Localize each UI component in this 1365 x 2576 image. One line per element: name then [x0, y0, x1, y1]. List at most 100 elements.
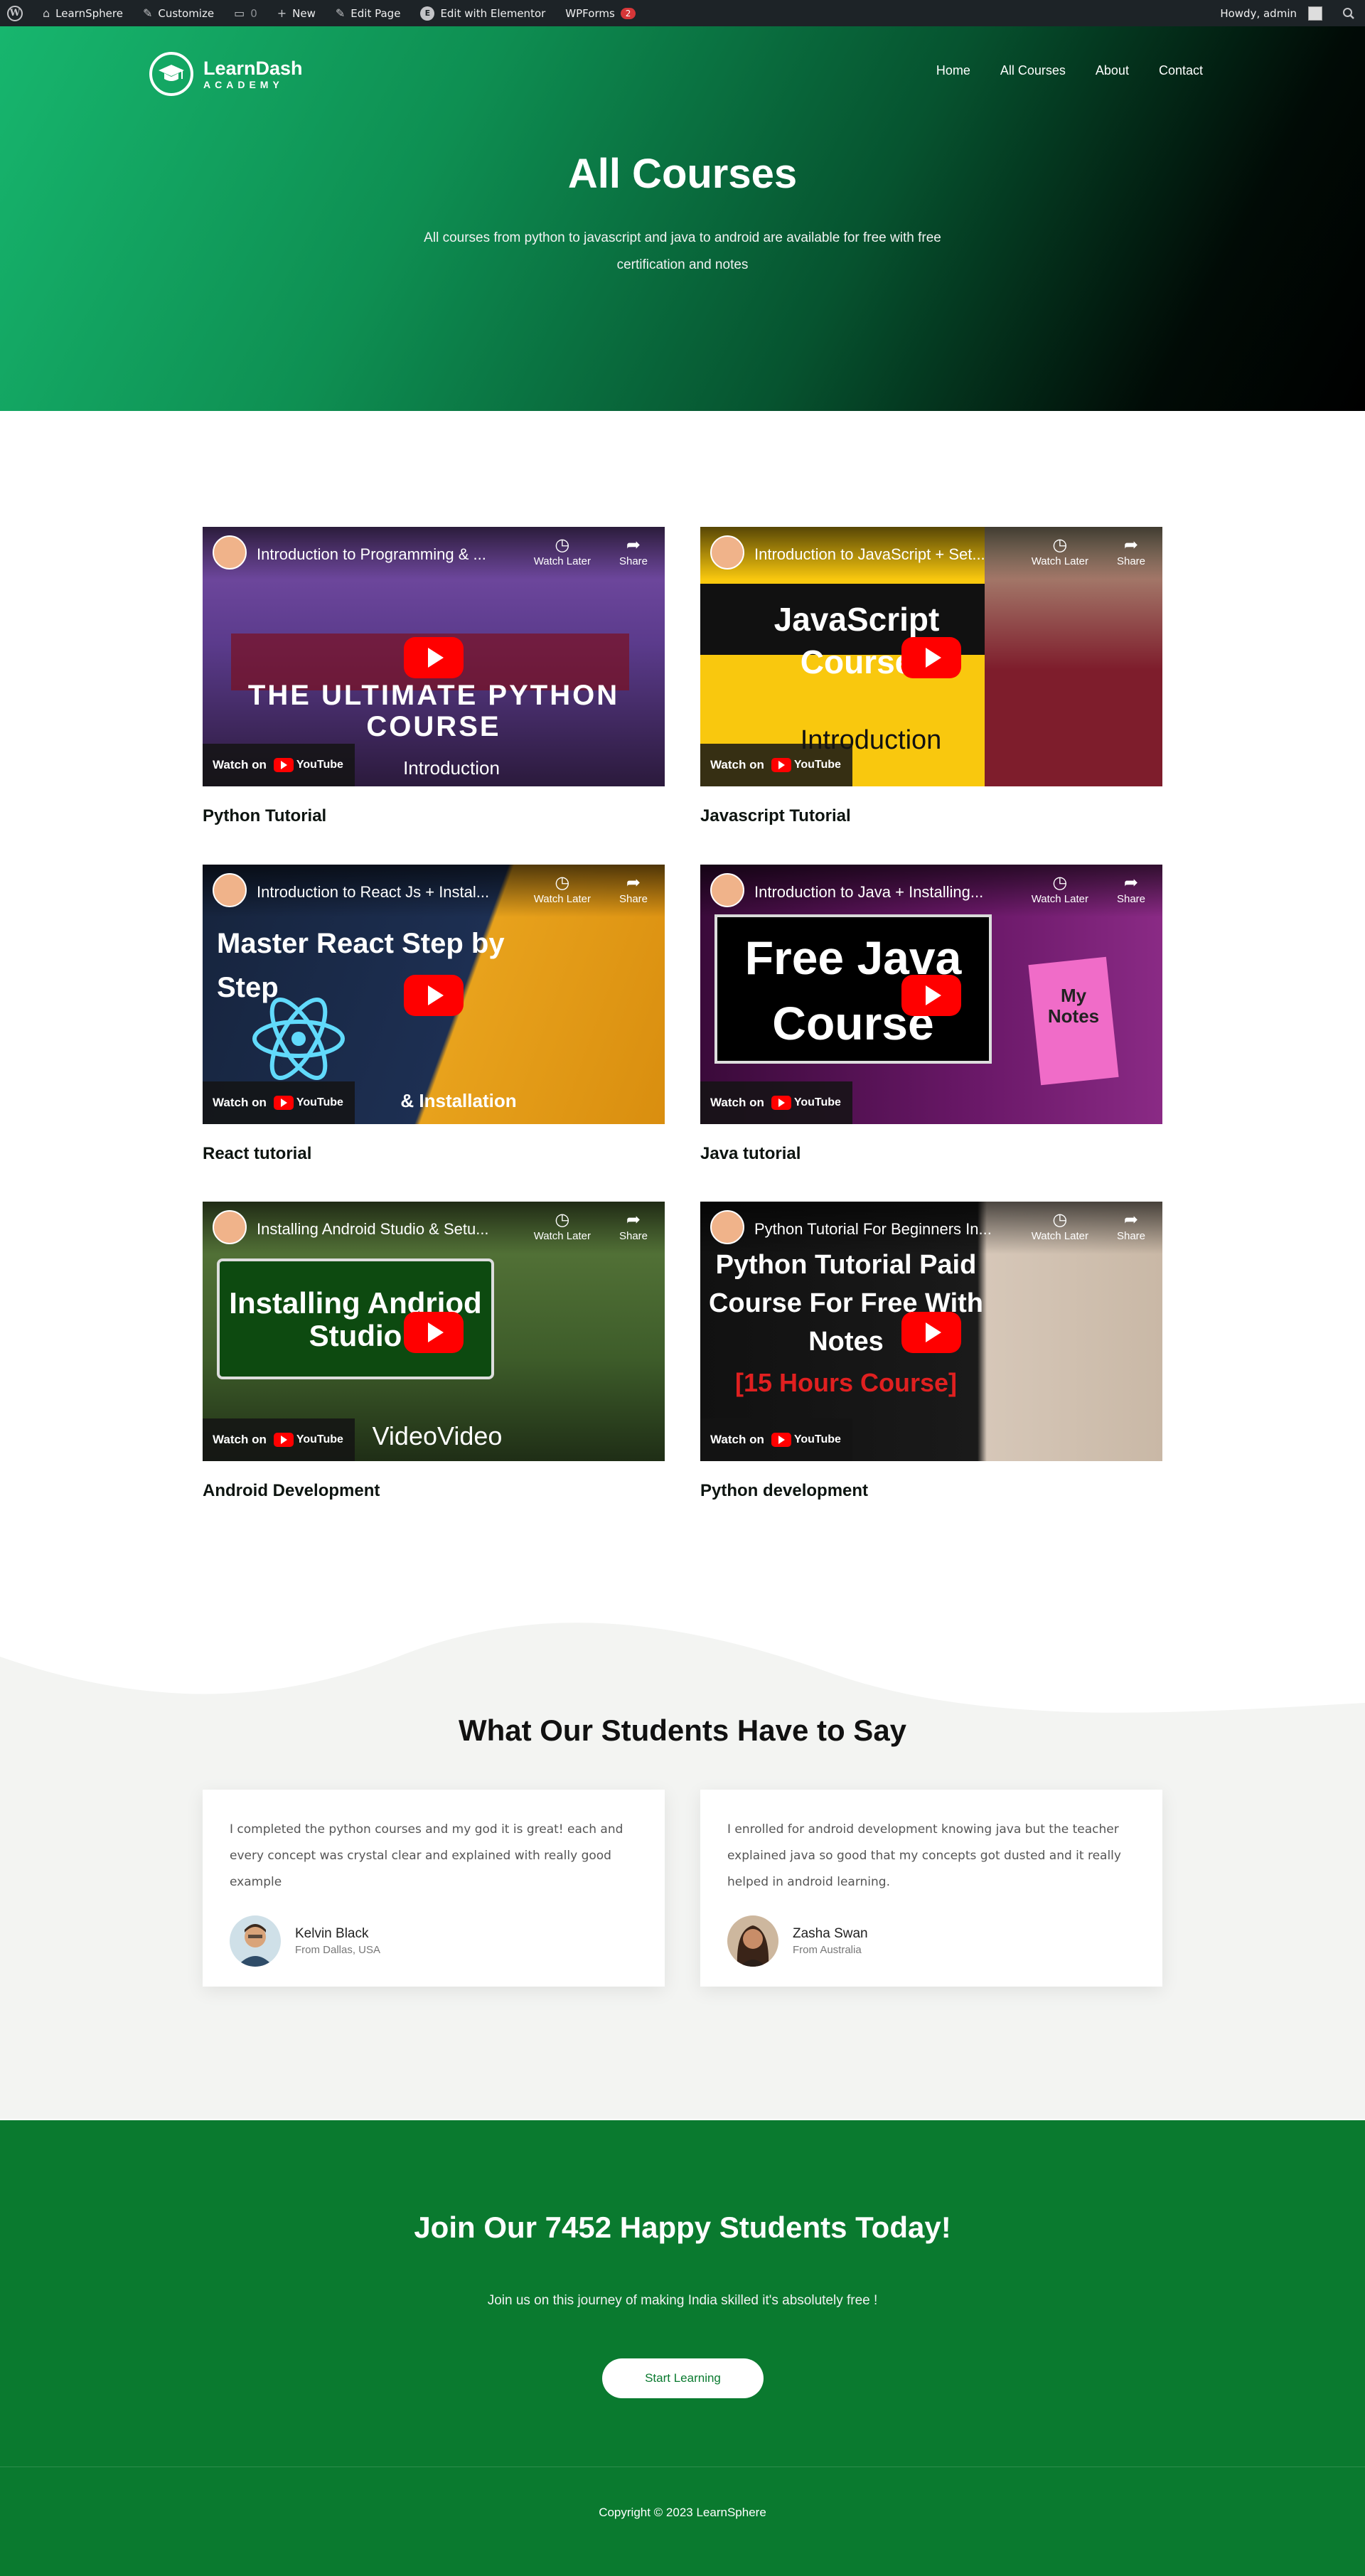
share-button[interactable]: ➦ Share	[619, 535, 648, 567]
watch-on-youtube[interactable]: Watch on YouTube	[700, 1081, 852, 1124]
testimonial-quote: I completed the python courses and my go…	[230, 1822, 623, 1889]
admin-avatar	[1308, 6, 1322, 21]
wp-logo-menu[interactable]: W	[0, 0, 33, 26]
course-card: Python Tutorial Paid Course For Free Wit…	[700, 1202, 1162, 1501]
watch-on-youtube[interactable]: Watch on YouTube	[203, 1418, 355, 1461]
video-embed[interactable]: Python Tutorial Paid Course For Free Wit…	[700, 1202, 1162, 1461]
admin-comments[interactable]: ▭ 0	[224, 0, 267, 26]
play-button[interactable]	[901, 637, 961, 678]
play-icon	[428, 985, 444, 1005]
course-card: Master React Step by Step & Installation…	[203, 865, 665, 1164]
testimonial-name: Zasha Swan	[793, 1926, 868, 1941]
play-icon	[926, 985, 941, 1005]
graduation-cap-icon	[149, 52, 193, 96]
clock-icon: ◷	[555, 535, 570, 555]
course-card: Free Java Course My Notes Introduction t…	[700, 865, 1162, 1164]
admin-customize[interactable]: ✎ Customize	[133, 0, 224, 26]
watch-on-youtube[interactable]: Watch on YouTube	[700, 1418, 852, 1461]
course-title[interactable]: Java tutorial	[700, 1144, 1162, 1164]
play-button[interactable]	[901, 1312, 961, 1353]
admin-new[interactable]: + New	[267, 0, 326, 26]
course-title[interactable]: React tutorial	[203, 1144, 665, 1164]
channel-avatar[interactable]	[710, 873, 744, 907]
video-title[interactable]: Introduction to JavaScript + Set...	[754, 545, 1010, 564]
wordpress-icon: W	[7, 5, 23, 21]
admin-search[interactable]	[1332, 0, 1365, 26]
watch-later-button[interactable]: ◷ Watch Later	[534, 535, 591, 567]
channel-avatar[interactable]	[710, 1210, 744, 1244]
admin-account[interactable]: Howdy, admin	[1213, 0, 1332, 26]
course-title[interactable]: Python Tutorial	[203, 806, 665, 826]
hero-subtitle: All courses from python to javascript an…	[424, 230, 941, 272]
video-title[interactable]: Introduction to Java + Installing...	[754, 883, 1010, 902]
watch-later-button[interactable]: ◷ Watch Later	[1032, 535, 1088, 567]
admin-bar: W ⌂ LearnSphere ✎ Customize ▭ 0 + New ✎ …	[0, 0, 1365, 26]
play-button[interactable]	[404, 637, 464, 678]
site-logo[interactable]: LearnDash ACADEMY	[149, 52, 303, 96]
admin-edit-elementor[interactable]: E Edit with Elementor	[410, 0, 555, 26]
testimonial-location: From Dallas, USA	[295, 1944, 381, 1956]
share-icon: ➦	[626, 535, 641, 555]
play-icon	[926, 648, 941, 668]
testimonial-location: From Australia	[793, 1944, 862, 1956]
share-button[interactable]: ➦ Share	[1117, 1210, 1145, 1242]
video-embed[interactable]: THE ULTIMATE PYTHON COURSE Introduction …	[203, 527, 665, 786]
watch-later-button[interactable]: ◷ Watch Later	[534, 873, 591, 905]
nav-home[interactable]: Home	[936, 63, 970, 78]
video-title[interactable]: Introduction to React Js + Instal...	[257, 883, 513, 902]
play-button[interactable]	[404, 1312, 464, 1353]
course-title[interactable]: Javascript Tutorial	[700, 806, 1162, 826]
video-embed[interactable]: Free Java Course My Notes Introduction t…	[700, 865, 1162, 1124]
clock-icon: ◷	[1052, 1210, 1068, 1229]
video-overlay-text: THE ULTIMATE PYTHON COURSE	[247, 680, 620, 742]
watch-later-button[interactable]: ◷ Watch Later	[1032, 873, 1088, 905]
video-embed[interactable]: Installing Andriod Studio VideoVideo Ins…	[203, 1202, 665, 1461]
nav-contact[interactable]: Contact	[1159, 63, 1203, 78]
watch-on-youtube[interactable]: Watch on YouTube	[700, 744, 852, 786]
plus-icon: +	[277, 6, 287, 20]
nav-about[interactable]: About	[1096, 63, 1129, 78]
watch-on-youtube[interactable]: Watch on YouTube	[203, 1081, 355, 1124]
channel-avatar[interactable]	[213, 1210, 247, 1244]
watch-later-button[interactable]: ◷ Watch Later	[534, 1210, 591, 1242]
testimonial-name: Kelvin Black	[295, 1926, 369, 1941]
video-title[interactable]: Installing Android Studio & Setu...	[257, 1220, 513, 1239]
share-icon: ➦	[1123, 1210, 1139, 1229]
admin-edit-page[interactable]: ✎ Edit Page	[326, 0, 411, 26]
share-button[interactable]: ➦ Share	[619, 1210, 648, 1242]
course-title[interactable]: Python development	[700, 1481, 1162, 1501]
share-button[interactable]: ➦ Share	[1117, 535, 1145, 567]
channel-avatar[interactable]	[710, 535, 744, 570]
watch-later-button[interactable]: ◷ Watch Later	[1032, 1210, 1088, 1242]
nav-all-courses[interactable]: All Courses	[1000, 63, 1066, 78]
cta-text: Join us on this journey of making India …	[487, 2293, 878, 2308]
admin-site-name[interactable]: ⌂ LearnSphere	[33, 0, 133, 26]
testimonials-heading: What Our Students Have to Say	[458, 1714, 907, 1747]
video-title[interactable]: Introduction to Programming & ...	[257, 545, 513, 564]
copyright: Copyright © 2023 LearnSphere	[599, 2506, 766, 2519]
react-logo-icon	[252, 997, 345, 1081]
play-button[interactable]	[901, 975, 961, 1016]
video-embed[interactable]: JavaScript Course Introduction Introduct…	[700, 527, 1162, 786]
video-embed[interactable]: Master React Step by Step & Installation…	[203, 865, 665, 1124]
video-title[interactable]: Python Tutorial For Beginners In...	[754, 1220, 1010, 1239]
share-button[interactable]: ➦ Share	[1117, 873, 1145, 905]
course-card: JavaScript Course Introduction Introduct…	[700, 527, 1162, 826]
play-button[interactable]	[404, 975, 464, 1016]
channel-avatar[interactable]	[213, 873, 247, 907]
share-icon: ➦	[626, 1210, 641, 1229]
site-footer: Copyright © 2023 LearnSphere	[0, 2467, 1365, 2576]
testimonial-card: I completed the python courses and my go…	[203, 1790, 665, 1987]
share-button[interactable]: ➦ Share	[619, 873, 648, 905]
youtube-icon	[771, 1433, 791, 1447]
clock-icon: ◷	[1052, 535, 1068, 555]
avatar	[230, 1915, 281, 1967]
admin-wpforms[interactable]: WPForms 2	[555, 0, 646, 26]
channel-avatar[interactable]	[213, 535, 247, 570]
course-title[interactable]: Android Development	[203, 1481, 665, 1501]
share-icon: ➦	[626, 873, 641, 892]
testimonial-card: I enrolled for android development knowi…	[700, 1790, 1162, 1987]
watch-on-youtube[interactable]: Watch on YouTube	[203, 744, 355, 786]
course-card: THE ULTIMATE PYTHON COURSE Introduction …	[203, 527, 665, 826]
start-learning-button[interactable]: Start Learning	[602, 2358, 764, 2398]
